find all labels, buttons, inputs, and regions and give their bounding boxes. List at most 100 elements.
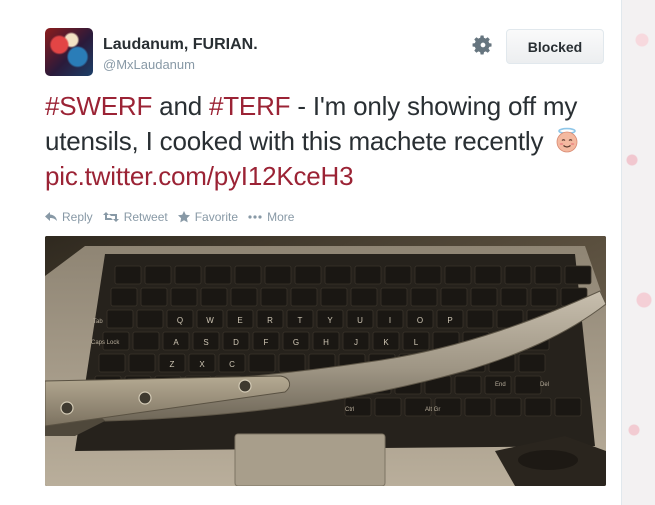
keyboard-key	[260, 287, 288, 307]
keyboard-key-label: Z	[170, 360, 175, 369]
keyboard-key-label: R	[267, 316, 273, 325]
keyboard-key	[466, 309, 494, 329]
keyboard-key-label: Caps Lock	[91, 340, 120, 346]
tweet-card: Laudanum, FURIAN. @MxLaudanum Blocked #S…	[0, 0, 622, 505]
keyboard-key	[324, 265, 352, 285]
keyboard-key	[204, 265, 232, 285]
keyboard-key	[128, 353, 156, 373]
hashtag-swerf[interactable]: #SWERF	[45, 91, 152, 121]
keyboard-key	[564, 265, 592, 285]
blocked-button[interactable]: Blocked	[506, 29, 604, 64]
keyboard-key	[290, 287, 318, 307]
display-name[interactable]: Laudanum, FURIAN.	[103, 36, 258, 54]
keyboard-key-label: X	[199, 360, 205, 369]
keyboard-key	[524, 397, 552, 417]
keyboard-key-label: F	[264, 338, 269, 347]
keyboard-key	[354, 265, 382, 285]
keyboard-key-label: O	[417, 316, 423, 325]
more-button[interactable]: More	[248, 210, 294, 224]
retweet-icon	[102, 212, 119, 222]
keyboard-key	[110, 287, 138, 307]
keyboard-key	[170, 287, 198, 307]
keyboard-key-label: I	[389, 316, 391, 325]
keyboard-key	[504, 265, 532, 285]
keyboard-key	[384, 265, 412, 285]
keyboard-key	[380, 287, 408, 307]
keyboard-key-label: D	[233, 338, 239, 347]
avatar[interactable]	[45, 28, 93, 76]
keyboard-key-label: Del	[540, 382, 549, 388]
keyboard-key-label: T	[298, 316, 303, 325]
tweet-photo[interactable]: Q W E R T Y U I O P A S D F G H J K L Z X C Tab Caps Lock Ctrl En…	[45, 236, 606, 486]
keyboard-key	[454, 375, 482, 395]
screen-name[interactable]: @MxLaudanum	[103, 57, 195, 72]
reply-button[interactable]: Reply	[45, 210, 93, 224]
keyboard-key-label: Tab	[93, 319, 103, 325]
keyboard-key	[414, 265, 442, 285]
halo-face-emoji-icon	[556, 127, 578, 153]
keyboard-key	[98, 353, 126, 373]
keyboard-key-label: E	[237, 316, 242, 325]
keyboard-key-label: C	[229, 360, 235, 369]
keyboard-key-label: W	[206, 316, 214, 325]
keyboard-key	[500, 287, 528, 307]
keyboard-key	[132, 331, 160, 351]
keyboard-key-label: Y	[327, 316, 333, 325]
keyboard-key	[136, 309, 164, 329]
keyboard-key-label: A	[173, 338, 179, 347]
keyboard-key	[464, 397, 492, 417]
keyboard-key	[410, 287, 438, 307]
keyboard-key	[554, 397, 582, 417]
keyboard-key	[350, 287, 378, 307]
keyboard-key-label: End	[495, 382, 506, 388]
keyboard-key-label: U	[357, 316, 363, 325]
keyboard-key	[140, 287, 168, 307]
gear-icon[interactable]	[472, 34, 494, 56]
keyboard-key	[374, 397, 402, 417]
hashtag-terf[interactable]: #TERF	[209, 91, 291, 121]
favorite-button[interactable]: Favorite	[177, 210, 239, 224]
retweet-button[interactable]: Retweet	[102, 210, 168, 224]
keyboard-key	[144, 265, 172, 285]
reply-label: Reply	[62, 210, 93, 224]
keyboard-key	[494, 397, 522, 417]
keyboard-key-label: Ctrl	[345, 407, 354, 413]
tweet-text-and: and	[152, 91, 209, 121]
keyboard-key	[294, 265, 322, 285]
keyboard-key	[440, 287, 468, 307]
keyboard-key	[174, 265, 202, 285]
keyboard-key-label: Alt Gr	[425, 407, 440, 413]
favorite-label: Favorite	[194, 210, 239, 224]
star-icon	[177, 211, 190, 223]
keyboard-key-label: P	[447, 316, 452, 325]
keyboard-key	[518, 353, 546, 373]
tweet-text: #SWERF and #TERF - I'm only showing off …	[45, 89, 605, 194]
keyboard-key-label: J	[354, 338, 358, 347]
keyboard-key	[106, 309, 134, 329]
keyboard-key	[114, 265, 142, 285]
keyboard-key-label: Q	[177, 316, 183, 325]
keyboard-key	[248, 353, 276, 373]
keyboard-key	[230, 287, 258, 307]
keyboard-key-label: G	[293, 338, 299, 347]
keyboard-key	[320, 287, 348, 307]
keyboard-key	[444, 265, 472, 285]
keyboard-key	[264, 265, 292, 285]
keyboard-key-label: H	[323, 338, 329, 347]
ellipsis-icon	[248, 215, 262, 219]
retweet-label: Retweet	[123, 210, 168, 224]
keyboard-key	[530, 287, 558, 307]
keyboard-key-label: L	[414, 338, 419, 347]
keyboard-key	[278, 353, 306, 373]
reply-icon	[45, 212, 57, 221]
keyboard-key	[234, 265, 262, 285]
machete-photo: Q W E R T Y U I O P A S D F G H J K L Z X C Tab Caps Lock Ctrl En…	[45, 236, 606, 486]
keyboard-key-label: S	[203, 338, 208, 347]
tweet-actions: Reply Retweet Favorite More	[45, 208, 304, 226]
keyboard-key	[514, 375, 542, 395]
keyboard-key-label: K	[383, 338, 389, 347]
media-link[interactable]: pic.twitter.com/pyI12KceH3	[45, 161, 354, 191]
keyboard-key	[200, 287, 228, 307]
more-label: More	[267, 210, 295, 224]
keyboard-key	[534, 265, 562, 285]
